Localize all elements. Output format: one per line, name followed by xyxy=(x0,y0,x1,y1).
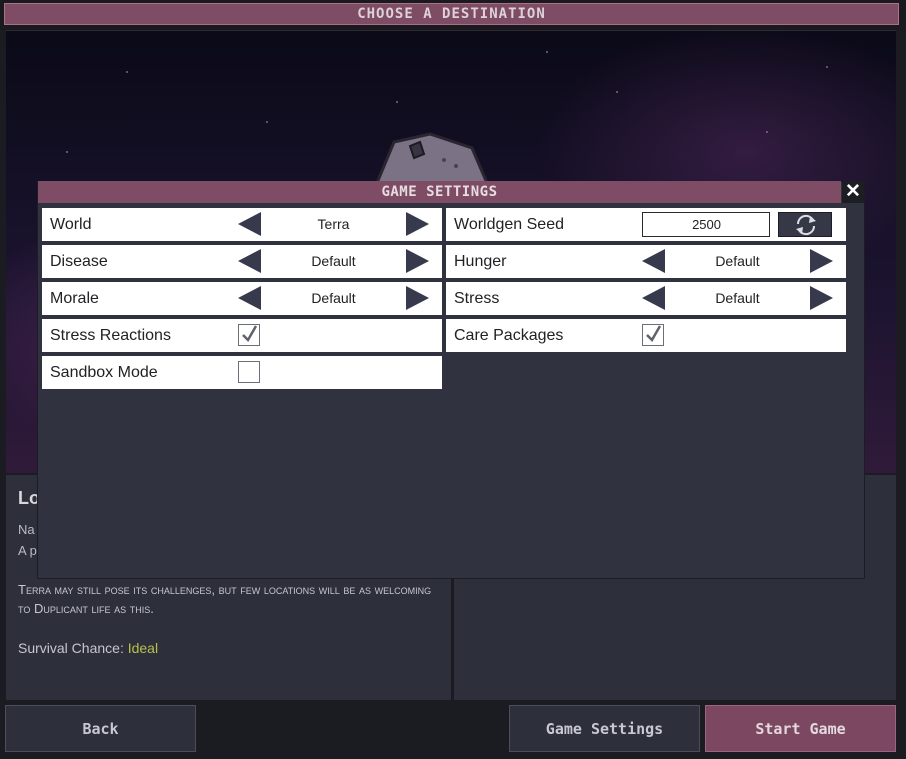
checkmark-icon xyxy=(646,325,661,343)
start-game-button[interactable]: Start Game xyxy=(705,705,896,752)
setting-row-care-packages: Care Packages xyxy=(446,319,846,352)
setting-label: Sandbox Mode xyxy=(50,364,158,381)
setting-row-world: World Terra xyxy=(42,208,442,241)
planet-description: Terra may still pose its challenges, but… xyxy=(18,582,432,616)
arrow-right-icon[interactable] xyxy=(810,286,833,310)
setting-value: Default xyxy=(715,290,760,306)
setting-row-stress: Stress Default xyxy=(446,282,846,315)
survival-chance: Survival Chance: Ideal xyxy=(18,640,158,656)
back-button[interactable]: Back xyxy=(5,705,196,752)
sandbox-mode-checkbox[interactable] xyxy=(238,361,260,383)
arrow-right-icon[interactable] xyxy=(406,212,429,236)
survival-label: Survival Chance: xyxy=(18,640,124,656)
setting-value: Default xyxy=(311,290,356,306)
setting-label: Worldgen Seed xyxy=(454,216,564,233)
planet-detail-1: Na xyxy=(18,522,35,537)
care-packages-checkbox[interactable] xyxy=(642,324,664,346)
setting-value: Default xyxy=(715,253,760,269)
setting-value: Default xyxy=(311,253,356,269)
star xyxy=(66,151,68,153)
star xyxy=(266,121,268,123)
setting-row-disease: Disease Default xyxy=(42,245,442,278)
checkmark-icon xyxy=(242,325,257,343)
setting-label: Care Packages xyxy=(454,327,564,344)
setting-row-hunger: Hunger Default xyxy=(446,245,846,278)
setting-label: Disease xyxy=(50,253,108,270)
setting-row-sandbox-mode: Sandbox Mode xyxy=(42,356,442,389)
stress-reactions-checkbox[interactable] xyxy=(238,324,260,346)
star xyxy=(126,71,128,73)
arrow-right-icon[interactable] xyxy=(810,249,833,273)
setting-value: Terra xyxy=(317,216,350,232)
dialog-title: GAME SETTINGS xyxy=(38,181,841,203)
star xyxy=(616,91,618,93)
star xyxy=(826,66,828,68)
setting-row-worldgen-seed: Worldgen Seed 2500 xyxy=(446,208,846,241)
arrow-left-icon[interactable] xyxy=(642,286,665,310)
worldgen-seed-input[interactable]: 2500 xyxy=(642,212,770,237)
planet-detail-2: A p xyxy=(18,543,37,558)
survival-value: Ideal xyxy=(127,640,159,656)
arrow-left-icon[interactable] xyxy=(238,212,261,236)
game-settings-button[interactable]: Game Settings xyxy=(509,705,700,752)
setting-label: Morale xyxy=(50,290,99,307)
arrow-left-icon[interactable] xyxy=(238,249,261,273)
randomize-seed-button[interactable] xyxy=(778,212,832,237)
close-icon[interactable]: ✕ xyxy=(842,181,864,203)
refresh-icon xyxy=(796,214,816,236)
setting-label: Hunger xyxy=(454,253,507,270)
setting-label: World xyxy=(50,216,92,233)
setting-row-stress-reactions: Stress Reactions xyxy=(42,319,442,352)
star xyxy=(546,51,548,53)
star xyxy=(766,131,768,133)
arrow-left-icon[interactable] xyxy=(238,286,261,310)
screen-title: CHOOSE A DESTINATION xyxy=(4,3,899,25)
arrow-right-icon[interactable] xyxy=(406,286,429,310)
setting-row-morale: Morale Default xyxy=(42,282,442,315)
star xyxy=(396,101,398,103)
setting-label: Stress Reactions xyxy=(50,327,171,344)
arrow-left-icon[interactable] xyxy=(642,249,665,273)
arrow-right-icon[interactable] xyxy=(406,249,429,273)
setting-label: Stress xyxy=(454,290,500,307)
